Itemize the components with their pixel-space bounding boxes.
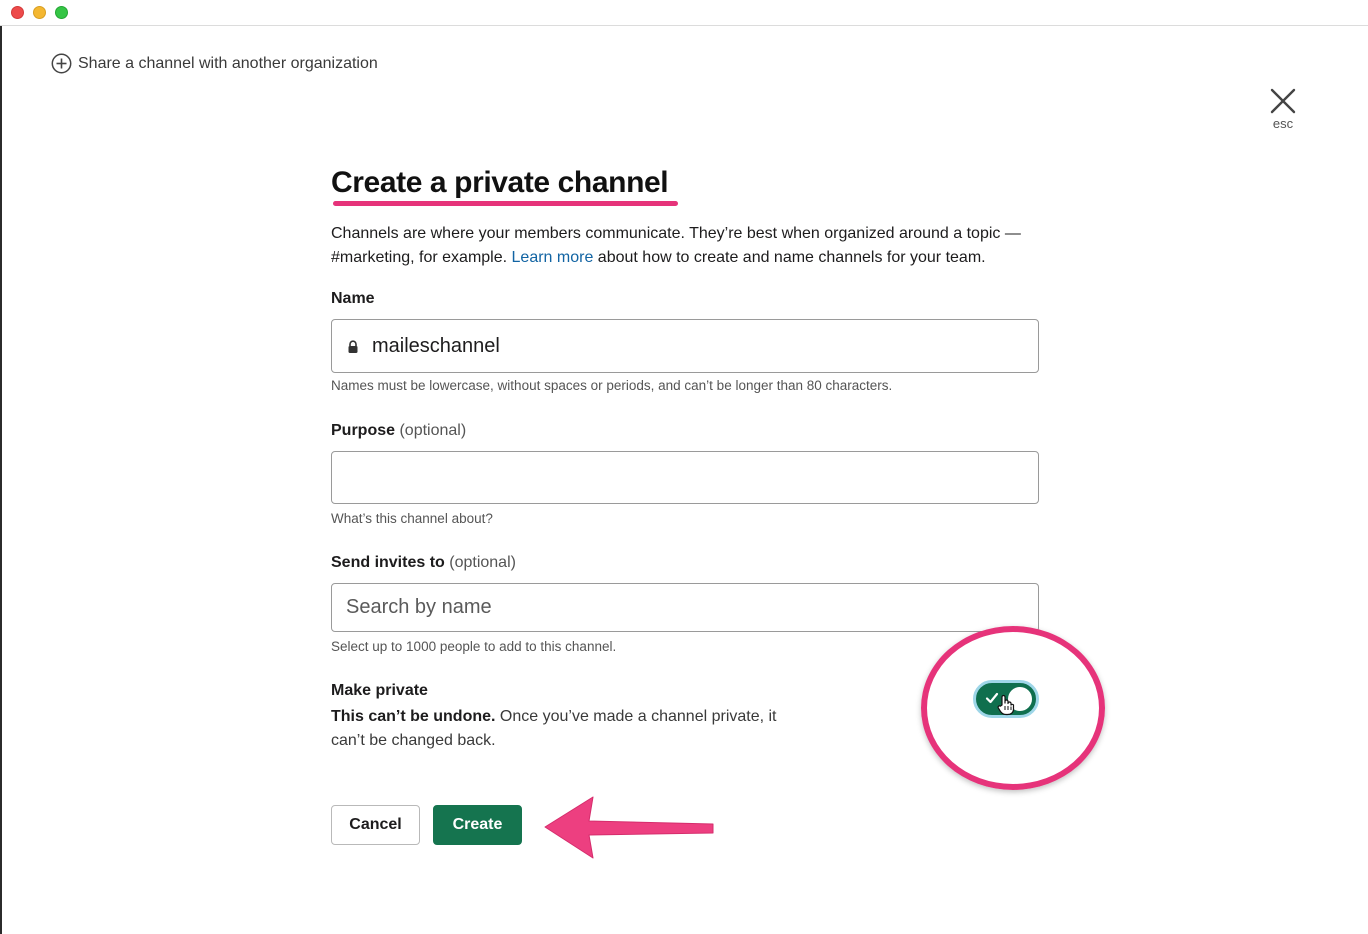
purpose-hint: What’s this channel about? — [331, 511, 493, 526]
page-title: Create a private channel — [331, 166, 669, 199]
lock-icon — [347, 340, 359, 359]
invites-hint: Select up to 1000 people to add to this … — [331, 639, 617, 654]
minimize-window-button[interactable] — [33, 6, 46, 19]
name-label: Name — [331, 290, 375, 307]
invites-search-input[interactable] — [346, 584, 1038, 631]
toggle-annotation-circle — [921, 626, 1105, 790]
invites-field[interactable] — [331, 583, 1039, 632]
title-annotation-underline — [333, 201, 678, 206]
purpose-label-text: Purpose — [331, 422, 396, 439]
make-private-description: This can’t be undone. Once you’ve made a… — [331, 705, 791, 753]
invites-label: Send invites to (optional) — [331, 554, 516, 572]
description-text-end: about how to create and name channels fo… — [593, 249, 986, 266]
purpose-input[interactable] — [346, 452, 1038, 503]
window-edge — [0, 26, 2, 934]
plus-circle-icon — [51, 53, 72, 74]
window-titlebar — [0, 0, 1368, 26]
purpose-optional: (optional) — [399, 422, 467, 439]
share-channel-link[interactable]: Share a channel with another organizatio… — [51, 53, 378, 74]
close-window-button[interactable] — [11, 6, 24, 19]
learn-more-link[interactable]: Learn more — [512, 249, 594, 266]
make-private-title: Make private — [331, 682, 428, 699]
purpose-field[interactable] — [331, 451, 1039, 504]
cancel-button[interactable]: Cancel — [331, 805, 420, 845]
esc-hint: esc — [1272, 116, 1294, 131]
name-input[interactable] — [372, 320, 1038, 372]
dialog-description: Channels are where your members communic… — [331, 222, 1051, 270]
purpose-label: Purpose (optional) — [331, 422, 466, 440]
share-channel-label: Share a channel with another organizatio… — [78, 54, 378, 72]
invites-label-text: Send invites to — [331, 554, 445, 571]
close-dialog-button[interactable]: esc — [1262, 88, 1304, 131]
make-private-warning-bold: This can’t be undone. — [331, 708, 496, 725]
name-hint: Names must be lowercase, without spaces … — [331, 378, 893, 393]
arrow-annotation-icon — [543, 796, 718, 865]
zoom-window-button[interactable] — [55, 6, 68, 19]
create-button[interactable]: Create — [433, 805, 522, 845]
close-icon — [1262, 88, 1304, 114]
name-field[interactable] — [331, 319, 1039, 373]
invites-optional: (optional) — [449, 554, 516, 571]
